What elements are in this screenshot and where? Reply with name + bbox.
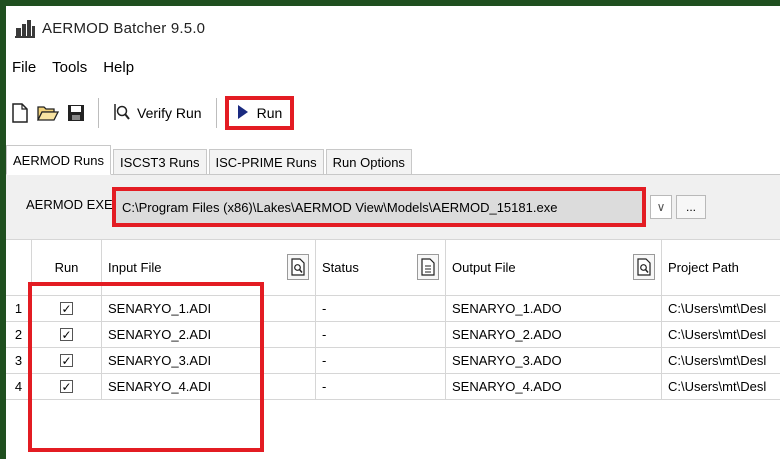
menu-file[interactable]: File <box>6 59 42 76</box>
run-checkbox-cell[interactable]: ✓ <box>32 296 102 322</box>
toolbar-separator <box>98 98 99 128</box>
header-status: Status <box>316 240 446 296</box>
magnifier-icon <box>113 103 131 124</box>
verify-run-label: Verify Run <box>137 105 202 121</box>
output-file-cell[interactable]: SENARYO_1.ADO <box>446 296 662 322</box>
toolbar: Verify Run Run <box>6 90 780 136</box>
project-path-cell[interactable]: C:\Users\mt\Desl <box>662 322 780 348</box>
tab-isc-prime-runs[interactable]: ISC-PRIME Runs <box>208 149 324 174</box>
menu-bar: File Tools Help <box>6 52 780 82</box>
status-cell: - <box>316 374 446 400</box>
save-icon[interactable] <box>65 102 87 124</box>
header-status-label: Status <box>322 260 359 275</box>
status-cell: - <box>316 296 446 322</box>
header-row-number <box>6 240 32 296</box>
project-path-cell[interactable]: C:\Users\mt\Desl <box>662 296 780 322</box>
output-file-cell[interactable]: SENARYO_4.ADO <box>446 374 662 400</box>
browse-input-icon[interactable] <box>287 254 309 280</box>
project-path-cell[interactable]: C:\Users\mt\Desl <box>662 348 780 374</box>
run-label: Run <box>256 105 283 121</box>
row-number: 4 <box>6 374 32 400</box>
toolbar-separator <box>215 98 217 128</box>
run-checkbox[interactable]: ✓ <box>60 380 73 393</box>
table-row[interactable]: 3 ✓ SENARYO_3.ADI - SENARYO_3.ADO C:\Use… <box>6 348 780 374</box>
row-number: 3 <box>6 348 32 374</box>
play-icon <box>237 104 249 123</box>
exe-path-value: C:\Program Files (x86)\Lakes\AERMOD View… <box>122 199 558 215</box>
table-row[interactable]: 2 ✓ SENARYO_2.ADI - SENARYO_2.ADO C:\Use… <box>6 322 780 348</box>
run-button[interactable]: Run <box>224 96 295 130</box>
run-checkbox[interactable]: ✓ <box>60 328 73 341</box>
title-bar: AERMOD Batcher 9.5.0 <box>6 6 780 50</box>
table-row[interactable]: 1 ✓ SENARYO_1.ADI - SENARYO_1.ADO C:\Use… <box>6 296 780 322</box>
tab-run-options[interactable]: Run Options <box>325 149 412 174</box>
input-file-cell[interactable]: SENARYO_1.ADI <box>102 296 316 322</box>
tab-aermod-runs[interactable]: AERMOD Runs <box>6 145 112 175</box>
menu-tools[interactable]: Tools <box>46 59 93 76</box>
output-file-cell[interactable]: SENARYO_2.ADO <box>446 322 662 348</box>
exe-dropdown-button[interactable]: ∨ <box>650 195 672 219</box>
grid-header: Run Input File Status Output File Projec… <box>6 240 780 296</box>
row-number: 2 <box>6 322 32 348</box>
app-logo-icon <box>14 17 36 39</box>
header-input-file: Input File <box>102 240 316 296</box>
run-checkbox[interactable]: ✓ <box>60 302 73 315</box>
exe-path-input[interactable]: C:\Program Files (x86)\Lakes\AERMOD View… <box>112 187 646 227</box>
exe-label: AERMOD EXE <box>26 197 113 212</box>
row-number: 1 <box>6 296 32 322</box>
run-checkbox-cell[interactable]: ✓ <box>32 348 102 374</box>
tab-iscst3-runs[interactable]: ISCST3 Runs <box>113 149 207 174</box>
header-output-file: Output File <box>446 240 662 296</box>
input-file-cell[interactable]: SENARYO_3.ADI <box>102 348 316 374</box>
input-file-cell[interactable]: SENARYO_4.ADI <box>102 374 316 400</box>
exe-browse-button[interactable]: ... <box>676 195 706 219</box>
output-file-cell[interactable]: SENARYO_3.ADO <box>446 348 662 374</box>
tab-strip: AERMOD Runs ISCST3 Runs ISC-PRIME Runs R… <box>6 142 780 175</box>
exe-panel: AERMOD EXE C:\Program Files (x86)\Lakes\… <box>6 175 780 240</box>
header-output-label: Output File <box>452 260 516 275</box>
status-cell: - <box>316 322 446 348</box>
open-folder-icon[interactable] <box>37 102 59 124</box>
run-checkbox-cell[interactable]: ✓ <box>32 374 102 400</box>
window-title: AERMOD Batcher 9.5.0 <box>42 19 206 37</box>
header-run: Run <box>32 240 102 296</box>
input-file-cell[interactable]: SENARYO_2.ADI <box>102 322 316 348</box>
header-input-label: Input File <box>108 260 162 275</box>
browse-output-icon[interactable] <box>633 254 655 280</box>
table-row[interactable]: 4 ✓ SENARYO_4.ADI - SENARYO_4.ADO C:\Use… <box>6 374 780 400</box>
run-checkbox-cell[interactable]: ✓ <box>32 322 102 348</box>
runs-grid: Run Input File Status Output File Projec… <box>6 240 780 459</box>
chevron-down-icon: ∨ <box>656 200 666 214</box>
run-checkbox[interactable]: ✓ <box>60 354 73 367</box>
menu-help[interactable]: Help <box>97 59 140 76</box>
new-document-icon[interactable] <box>9 102 31 124</box>
status-report-icon[interactable] <box>417 254 439 280</box>
project-path-cell[interactable]: C:\Users\mt\Desl <box>662 374 780 400</box>
header-project-path: Project Path <box>662 240 780 296</box>
verify-run-button[interactable]: Verify Run <box>107 96 208 130</box>
status-cell: - <box>316 348 446 374</box>
